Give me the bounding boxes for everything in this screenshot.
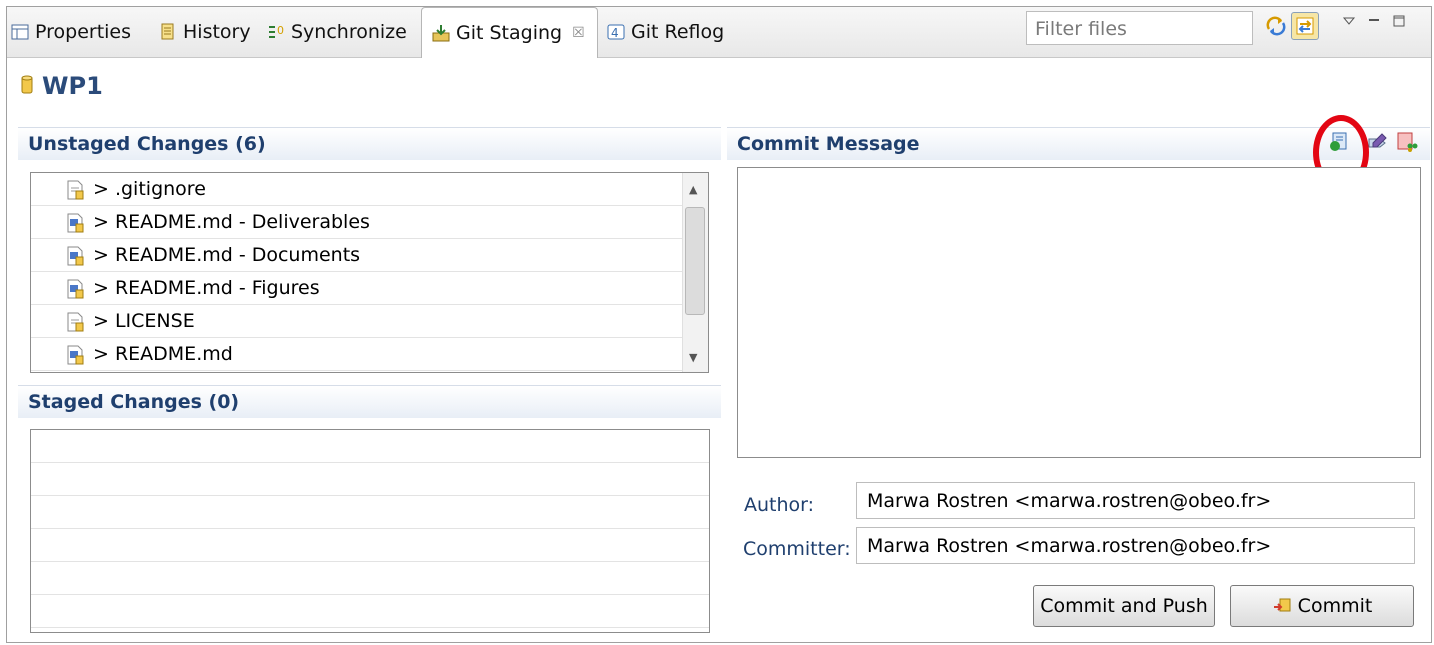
tab-history-label: History	[183, 21, 251, 43]
properties-icon	[11, 23, 29, 41]
minimize-icon[interactable]	[1367, 13, 1381, 32]
empty-row	[31, 430, 709, 463]
maximize-icon[interactable]	[1392, 13, 1406, 32]
tab-git-reflog[interactable]: 4 Git Reflog	[607, 7, 724, 57]
committer-label: Committer:	[743, 538, 851, 560]
empty-row	[31, 463, 709, 496]
unstaged-file-item[interactable]: > README.md	[31, 338, 708, 371]
commit-button[interactable]: Commit	[1230, 585, 1414, 627]
svg-text:0: 0	[277, 24, 284, 37]
text-file-icon	[67, 312, 84, 331]
markdown-file-icon	[67, 345, 84, 364]
filter-files-input[interactable]: Filter files	[1026, 11, 1253, 45]
add-signed-off-by-icon[interactable]	[1366, 131, 1388, 153]
unstaged-file-item[interactable]: > README.md - Documents	[31, 239, 708, 272]
scrollbar-thumb[interactable]	[685, 207, 705, 315]
empty-row	[31, 562, 709, 595]
staged-changes-list[interactable]	[30, 429, 710, 633]
repository-icon	[20, 73, 34, 100]
unstaged-changes-list[interactable]: > .gitignore > README.md - Deliverables > …	[30, 172, 709, 373]
tab-history[interactable]: History	[159, 7, 251, 57]
git-staging-icon	[432, 24, 450, 42]
unstaged-file-label: > README.md - Figures	[93, 277, 320, 299]
commit-and-push-label: Commit and Push	[1040, 595, 1208, 617]
staged-changes-header: Staged Changes (0)	[18, 385, 721, 418]
unstaged-file-item[interactable]: > .gitignore	[31, 173, 708, 206]
view-menu-icon[interactable]	[1342, 13, 1356, 32]
author-field[interactable]: Marwa Rostren <marwa.rostren@obeo.fr>	[856, 482, 1415, 519]
unstaged-file-label: > README.md	[93, 343, 233, 365]
markdown-file-icon	[67, 279, 84, 298]
unstaged-file-label: > .gitignore	[93, 178, 206, 200]
repository-name: WP1	[42, 72, 103, 100]
unstaged-file-label: > LICENSE	[93, 310, 195, 332]
markdown-file-icon	[67, 213, 84, 232]
tab-properties-label: Properties	[35, 21, 132, 43]
commit-message-title: Commit Message	[737, 133, 920, 155]
unstaged-scrollbar[interactable]: ▲ ▼	[682, 173, 708, 372]
commit-message-input[interactable]	[738, 168, 1420, 457]
history-icon	[159, 23, 177, 41]
staged-changes-title: Staged Changes (0)	[28, 391, 240, 413]
empty-row	[31, 529, 709, 562]
commit-label: Commit	[1297, 595, 1373, 617]
unstaged-file-label: > README.md - Documents	[93, 244, 361, 266]
svg-text:4: 4	[611, 26, 619, 40]
author-label: Author:	[744, 494, 815, 516]
tab-git-reflog-label: Git Reflog	[631, 21, 725, 43]
unstaged-file-label: > README.md - Deliverables	[93, 211, 370, 233]
unstaged-file-item[interactable]: > LICENSE	[31, 305, 708, 338]
unstaged-changes-title: Unstaged Changes (6)	[28, 133, 266, 155]
unstaged-changes-header: Unstaged Changes (6)	[18, 127, 721, 160]
scroll-up-icon[interactable]: ▲	[689, 183, 697, 196]
committer-field[interactable]: Marwa Rostren <marwa.rostren@obeo.fr>	[856, 527, 1415, 564]
unstaged-file-item[interactable]: > README.md - Figures	[31, 272, 708, 305]
text-file-icon	[67, 180, 84, 199]
tab-git-staging-label: Git Staging	[456, 22, 563, 44]
empty-row	[31, 595, 709, 628]
git-reflog-icon: 4	[607, 23, 625, 41]
tab-properties[interactable]: Properties	[11, 7, 131, 57]
close-icon[interactable]: ☒	[572, 25, 585, 41]
markdown-file-icon	[67, 246, 84, 265]
unstaged-file-item[interactable]: > README.md - Deliverables	[31, 206, 708, 239]
commit-icon	[1272, 597, 1292, 615]
tab-git-staging[interactable]: Git Staging ☒	[421, 7, 598, 58]
commit-and-push-button[interactable]: Commit and Push	[1033, 585, 1215, 627]
synchronize-icon: 0	[267, 23, 285, 41]
tab-synchronize-label: Synchronize	[291, 21, 407, 43]
tab-synchronize[interactable]: 0 Synchronize	[267, 7, 407, 57]
add-change-id-icon[interactable]	[1396, 131, 1418, 153]
empty-row	[31, 496, 709, 529]
commit-message-box[interactable]	[737, 167, 1421, 458]
refresh-icon[interactable]	[1262, 12, 1290, 40]
link-with-selection-icon[interactable]	[1291, 12, 1319, 40]
repository-header: WP1	[20, 72, 103, 100]
scroll-down-icon[interactable]: ▼	[689, 351, 697, 364]
